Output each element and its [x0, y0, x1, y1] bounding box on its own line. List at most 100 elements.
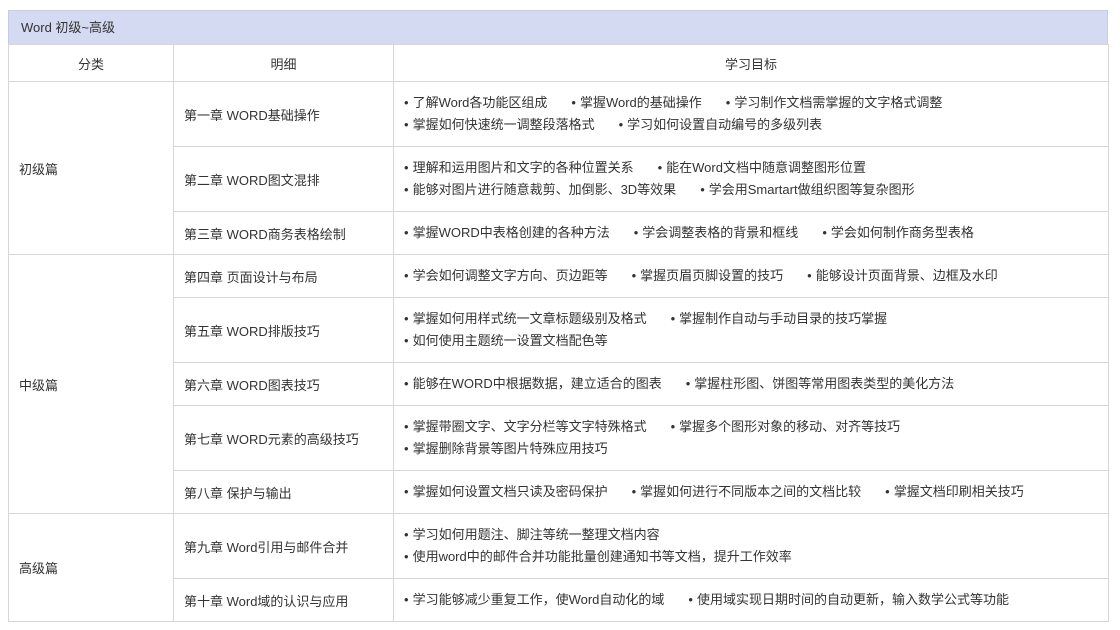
goal-item: • 掌握如何进行不同版本之间的文档比较	[632, 481, 862, 503]
goal-line: • 掌握如何设置文档只读及密码保护 • 掌握如何进行不同版本之间的文档比较 • 掌握文档印…	[404, 481, 1108, 503]
table-row: 第七章 WORD元素的高级技巧 • 掌握带圈文字、文字分栏等文字特殊格式 • 掌握多个图…	[9, 405, 1109, 471]
bullet-icon: •	[404, 419, 409, 434]
goal-line: • 能够对图片进行随意裁剪、加倒影、3D等效果 • 学会用Smartart做组织图等复…	[404, 179, 1108, 201]
learning-goals-cell: • 理解和运用图片和文字的各种位置关系 • 能在Word文档中随意调整图形位置 • 能够对…	[393, 146, 1109, 212]
table-row: 第八章 保护与输出 • 掌握如何设置文档只读及密码保护 • 掌握如何进行不同版本之间的文…	[9, 470, 1109, 514]
goal-item: • 能在Word文档中随意调整图形位置	[658, 157, 866, 179]
chapter-title-cell: 第二章 WORD图文混排	[173, 146, 394, 212]
bullet-icon: •	[404, 311, 409, 326]
goal-text: 掌握WORD中表格创建的各种方法	[412, 225, 610, 240]
bullet-icon: •	[670, 419, 676, 434]
table-title: Word 初级~高级	[8, 10, 1108, 44]
goal-item: • 掌握文档印刷相关技巧	[885, 481, 1024, 503]
goal-line: • 学习如何用题注、脚注等统一整理文档内容	[404, 524, 1108, 546]
goal-item: • 如何使用主题统一设置文档配色等	[404, 330, 608, 352]
bullet-icon: •	[885, 484, 890, 499]
bullet-icon: •	[688, 592, 693, 607]
goal-text: 学习制作文档需掌握的文字格式调整	[734, 95, 943, 110]
goal-text: 掌握如何进行不同版本之间的文档比较	[640, 484, 862, 499]
learning-goals-cell: • 学习能够减少重复工作，使Word自动化的域 • 使用域实现日期时间的自动更新，输入…	[393, 578, 1109, 622]
bullet-icon: •	[807, 268, 812, 283]
goal-item: • 能够在WORD中根据数据，建立适合的图表	[404, 373, 662, 395]
bullet-icon: •	[657, 160, 663, 175]
goal-line: • 学会如何调整文字方向、页边距等 • 掌握页眉页脚设置的技巧 • 能够设计页面背景、边框…	[404, 265, 1108, 287]
goal-text: 使用word中的邮件合并功能批量创建通知书等文档，提升工作效率	[412, 549, 792, 564]
goal-item: • 掌握制作自动与手动目录的技巧掌握	[671, 308, 888, 330]
goal-item: • 学习制作文档需掌握的文字格式调整	[726, 92, 943, 114]
learning-goals-cell: • 掌握WORD中表格创建的各种方法 • 学会调整表格的背景和框线 • 学会如何制作商务型…	[393, 211, 1109, 255]
goal-item: • 学会如何制作商务型表格	[822, 222, 974, 244]
goal-item: • 能够对图片进行随意裁剪、加倒影、3D等效果	[404, 179, 676, 201]
goal-item: • 使用域实现日期时间的自动更新，输入数学公式等功能	[688, 589, 1009, 611]
goal-text: 能够设计页面背景、边框及水印	[815, 268, 998, 283]
table-row: 高级篇 第九章 Word引用与邮件合并 • 学习如何用题注、脚注等统一整理文档内容 • 使…	[8, 513, 1109, 622]
goal-text: 学会用Smartart做组织图等复杂图形	[708, 182, 915, 197]
bullet-icon: •	[404, 592, 409, 607]
goal-text: 能够对图片进行随意裁剪、加倒影、3D等效果	[412, 182, 677, 197]
bullet-icon: •	[404, 95, 409, 110]
goal-text: 学习如何用题注、脚注等统一整理文档内容	[412, 527, 660, 542]
goal-text: 掌握如何用样式统一文章标题级别及格式	[412, 311, 647, 326]
goal-line: • 掌握删除背景等图片特殊应用技巧	[404, 438, 1108, 460]
goal-text: 学会如何调整文字方向、页边距等	[412, 268, 608, 283]
bullet-icon: •	[404, 549, 409, 564]
column-header-goals: 学习目标	[393, 44, 1109, 82]
table-row: 第十章 Word域的认识与应用 • 学习能够减少重复工作，使Word自动化的域 • 使用…	[9, 578, 1109, 622]
learning-goals-cell: • 掌握带圈文字、文字分栏等文字特殊格式 • 掌握多个图形对象的移动、对齐等技巧 • 掌握…	[393, 405, 1109, 471]
learning-goals-cell: • 能够在WORD中根据数据，建立适合的图表 • 掌握柱形图、饼图等常用图表类型的美化…	[393, 362, 1109, 406]
goal-item: • 使用word中的邮件合并功能批量创建通知书等文档，提升工作效率	[404, 546, 792, 568]
goal-item: • 学习能够减少重复工作，使Word自动化的域	[404, 589, 664, 611]
bullet-icon: •	[404, 182, 409, 197]
goal-text: 掌握删除背景等图片特殊应用技巧	[412, 441, 608, 456]
bullet-icon: •	[725, 95, 731, 110]
goal-line: • 掌握WORD中表格创建的各种方法 • 学会调整表格的背景和框线 • 学会如何制作商务型…	[404, 222, 1108, 244]
bullet-icon: •	[404, 117, 409, 132]
goal-item: • 能够设计页面背景、边框及水印	[807, 265, 998, 287]
bullet-icon: •	[404, 225, 409, 240]
learning-goals-cell: • 掌握如何用样式统一文章标题级别及格式 • 掌握制作自动与手动目录的技巧掌握 • 如何使…	[393, 297, 1109, 363]
column-header-category: 分类	[8, 44, 174, 82]
table-body: 初级篇 第一章 WORD基础操作 • 了解Word各功能区组成 • 掌握Word的基础操作…	[8, 81, 1109, 622]
goal-text: 掌握柱形图、饼图等常用图表类型的美化方法	[694, 376, 955, 391]
goal-text: 掌握制作自动与手动目录的技巧掌握	[679, 311, 888, 326]
goal-text: 使用域实现日期时间的自动更新，输入数学公式等功能	[696, 592, 1009, 607]
bullet-icon: •	[633, 225, 639, 240]
chapter-title-cell: 第七章 WORD元素的高级技巧	[173, 405, 394, 471]
column-header-detail: 明细	[173, 44, 394, 82]
goal-line: • 掌握如何快速统一调整段落格式 • 学习如何设置自动编号的多级列表	[404, 114, 1108, 136]
category-cell: 高级篇	[8, 513, 174, 622]
goal-item: • 了解Word各功能区组成	[404, 92, 547, 114]
goal-item: • 掌握如何用样式统一文章标题级别及格式	[404, 308, 647, 330]
chapter-title-cell: 第一章 WORD基础操作	[173, 81, 394, 147]
bullet-icon: •	[404, 160, 409, 175]
goal-text: 掌握多个图形对象的移动、对齐等技巧	[679, 419, 901, 434]
goal-line: • 理解和运用图片和文字的各种位置关系 • 能在Word文档中随意调整图形位置	[404, 157, 1108, 179]
learning-goals-cell: • 学习如何用题注、脚注等统一整理文档内容 • 使用word中的邮件合并功能批量创建通…	[393, 513, 1109, 579]
goal-text: 掌握如何快速统一调整段落格式	[412, 117, 595, 132]
bullet-icon: •	[404, 441, 409, 456]
goal-text: 学会如何制作商务型表格	[830, 225, 974, 240]
bullet-icon: •	[700, 182, 705, 197]
table-row: 中级篇 第四章 页面设计与布局 • 学会如何调整文字方向、页边距等 • 掌握页眉页脚设置的…	[8, 254, 1109, 514]
goal-item: • 掌握如何设置文档只读及密码保护	[404, 481, 608, 503]
header-row: 分类 明细 学习目标	[8, 44, 1109, 82]
goal-line: • 掌握带圈文字、文字分栏等文字特殊格式 • 掌握多个图形对象的移动、对齐等技巧	[404, 416, 1108, 438]
chapter-title-cell: 第五章 WORD排版技巧	[173, 297, 394, 363]
goal-item: • 学会调整表格的背景和框线	[634, 222, 799, 244]
table-row: 第三章 WORD商务表格绘制 • 掌握WORD中表格创建的各种方法 • 学会调整表格的背…	[9, 211, 1109, 255]
bullet-icon: •	[631, 268, 637, 283]
goal-text: 学习如何设置自动编号的多级列表	[627, 117, 823, 132]
goal-text: 掌握Word的基础操作	[579, 95, 702, 110]
goal-line: • 掌握如何用样式统一文章标题级别及格式 • 掌握制作自动与手动目录的技巧掌握	[404, 308, 1108, 330]
goal-item: • 掌握删除背景等图片特殊应用技巧	[404, 438, 608, 460]
goal-item: • 学习如何设置自动编号的多级列表	[619, 114, 823, 136]
bullet-icon: •	[404, 484, 409, 499]
bullet-icon: •	[404, 333, 409, 348]
bullet-icon: •	[404, 268, 409, 283]
goal-line: • 学习能够减少重复工作，使Word自动化的域 • 使用域实现日期时间的自动更新，输入…	[404, 589, 1108, 611]
goal-text: 掌握如何设置文档只读及密码保护	[412, 484, 608, 499]
chapter-title-cell: 第八章 保护与输出	[173, 470, 394, 514]
learning-goals-cell: • 了解Word各功能区组成 • 掌握Word的基础操作 • 学习制作文档需掌握的文字格式…	[393, 81, 1109, 147]
chapter-title-cell: 第六章 WORD图表技巧	[173, 362, 394, 406]
course-table: 分类 明细 学习目标 初级篇 第一章 WORD基础操作 • 了解Word各功能区组成 •…	[8, 44, 1109, 622]
